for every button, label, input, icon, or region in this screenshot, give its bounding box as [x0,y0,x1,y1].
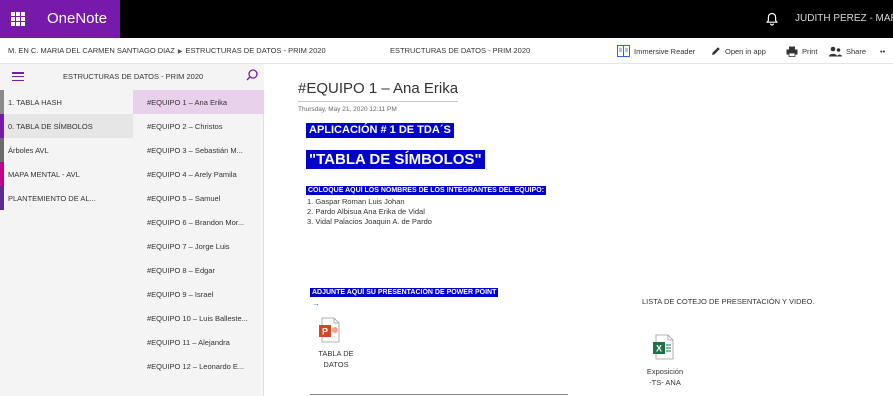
excel-file-icon[interactable]: X [652,334,674,360]
page-item[interactable]: #EQUIPO 1 – Ana Erika [133,90,264,114]
members-prompt[interactable]: COLOQUE AQUÍ LOS NOMBRES DE LOS INTEGRAN… [306,186,547,195]
open-in-app-label: Open in app [725,46,766,56]
section-color-tab [0,162,4,186]
attachment-name-line: -TS- ANA [649,378,681,387]
more-icon: •• [880,46,886,56]
breadcrumb-separator-icon: ▶ [177,49,183,55]
share-label: Share [846,46,867,56]
page-item[interactable]: #EQUIPO 6 – Brandon Mor... [133,210,264,234]
notebook-title: ESTRUCTURAS DE DATOS - PRIM 2020 [390,46,531,55]
app-launcher-icon[interactable] [11,12,25,26]
section-item[interactable]: 1. TABLA HASH [0,90,133,114]
arrow-icon: → [312,299,320,308]
app-name[interactable]: OneNote [47,10,107,27]
section-label: Árboles AVL [8,146,49,155]
attachment-name-line: TABLA DE [318,349,354,358]
search-icon[interactable] [245,68,259,82]
breadcrumb: M. EN C. MARIA DEL CARMEN SANTIAGO DIAZ ▶… [8,46,326,55]
page-list: #EQUIPO 1 – Ana Erika #EQUIPO 2 – Christ… [133,90,264,378]
divider-line [310,394,568,395]
section-label: 1. TABLA HASH [8,98,62,107]
share-button[interactable]: Share [829,42,866,60]
page-item[interactable]: #EQUIPO 9 – Israel [133,282,264,306]
section-label: MAPA MENTAL - AVL [8,170,80,179]
section-list: 1. TABLA HASH 0. TABLA DE SÍMBOLOS Árbol… [0,90,133,210]
page-item[interactable]: #EQUIPO 5 – Samuel [133,186,264,210]
top-bar: OneNote JUDITH PEREZ - MARCIA [0,0,893,38]
heading-symbol-table[interactable]: "TABLA DE SÍMBOLOS" [306,150,485,169]
checklist-text[interactable]: LISTA DE COTEJO DE PRESENTACIÓN Y VIDEO. [642,296,817,307]
svg-text:P: P [322,327,328,337]
page-item[interactable]: #EQUIPO 11 – Alejandra [133,330,264,354]
breadcrumb-item[interactable]: M. EN C. MARIA DEL CARMEN SANTIAGO DIAZ [8,46,175,55]
page-date: Thursday, May 21, 2020 12:11 PM [298,106,397,113]
member-item[interactable]: 2. Pardo Albisua Ana Erika de Vidal [307,207,432,217]
page-canvas[interactable]: #EQUIPO 1 – Ana Erika Thursday, May 21, … [264,64,893,396]
more-options-button[interactable]: •• [880,42,885,60]
page-item[interactable]: #EQUIPO 3 – Sebastián M... [133,138,264,162]
section-color-tab [0,90,4,114]
print-button[interactable]: Print [786,42,817,60]
attachment-name-line: DATOS [323,360,349,369]
immersive-reader-button[interactable]: Immersive Reader [617,42,695,60]
navigation-header: ESTRUCTURAS DE DATOS - PRIM 2020 [0,64,264,90]
app-brand: OneNote [0,0,120,38]
printer-icon [786,46,798,57]
pencil-icon [712,47,720,55]
page-item[interactable]: #EQUIPO 8 – Edgar [133,258,264,282]
section-item[interactable]: Árboles AVL [0,138,133,162]
print-label: Print [802,46,818,56]
powerpoint-file-icon[interactable]: P [318,317,340,343]
header-bar: M. EN C. MARIA DEL CARMEN SANTIAGO DIAZ ▶… [0,38,893,64]
powerpoint-attachment-label[interactable]: TABLA DE DATOS [309,348,363,370]
page-title[interactable]: #EQUIPO 1 – Ana Erika [298,80,458,97]
section-color-tab [0,114,4,138]
heading-application[interactable]: APLICACIÓN # 1 DE TDA´S [306,123,454,138]
page-item[interactable]: #EQUIPO 7 – Jorge Luis [133,234,264,258]
notebook-name[interactable]: ESTRUCTURAS DE DATOS - PRIM 2020 [63,72,203,81]
section-item[interactable]: 0. TABLA DE SÍMBOLOS [0,114,133,138]
svg-text:X: X [656,344,662,354]
immersive-reader-icon [617,45,630,57]
page-item[interactable]: #EQUIPO 2 – Christos [133,114,264,138]
section-label: PLANTEMIENTO DE AL... [8,194,96,203]
section-label: 0. TABLA DE SÍMBOLOS [8,122,93,131]
page-item[interactable]: #EQUIPO 10 – Luis Balleste... [133,306,264,330]
section-item[interactable]: MAPA MENTAL - AVL [0,162,133,186]
section-color-tab [0,186,4,210]
title-underline [298,101,458,102]
share-people-icon [829,46,842,56]
page-item[interactable]: #EQUIPO 4 – Arely Pamila [133,162,264,186]
excel-attachment-label[interactable]: Exposición -TS- ANA [640,366,690,388]
attachment-name-line: Exposición [646,367,684,376]
attach-prompt[interactable]: ADJUNTE AQUÍ SU PRESENTACIÓN DE POWER PO… [310,288,499,297]
page-item[interactable]: #EQUIPO 12 – Leonardo E... [133,354,264,378]
member-item[interactable]: 3. Vidal Palacios Joaquin A. de Pardo [307,217,432,227]
section-color-tab [0,138,4,162]
section-item[interactable]: PLANTEMIENTO DE AL... [0,186,133,210]
immersive-reader-label: Immersive Reader [634,46,696,56]
members-list[interactable]: 1. Gaspar Roman Luis Johan 2. Pardo Albi… [307,197,432,227]
member-item[interactable]: 1. Gaspar Roman Luis Johan [307,197,432,207]
notification-bell-icon[interactable] [764,11,780,27]
user-name[interactable]: JUDITH PEREZ - MARCIA [795,13,893,24]
breadcrumb-item[interactable]: ESTRUCTURAS DE DATOS - PRIM 2020 [185,46,325,55]
open-in-app-button[interactable]: Open in app [711,42,766,60]
hamburger-menu-icon[interactable] [12,72,24,81]
